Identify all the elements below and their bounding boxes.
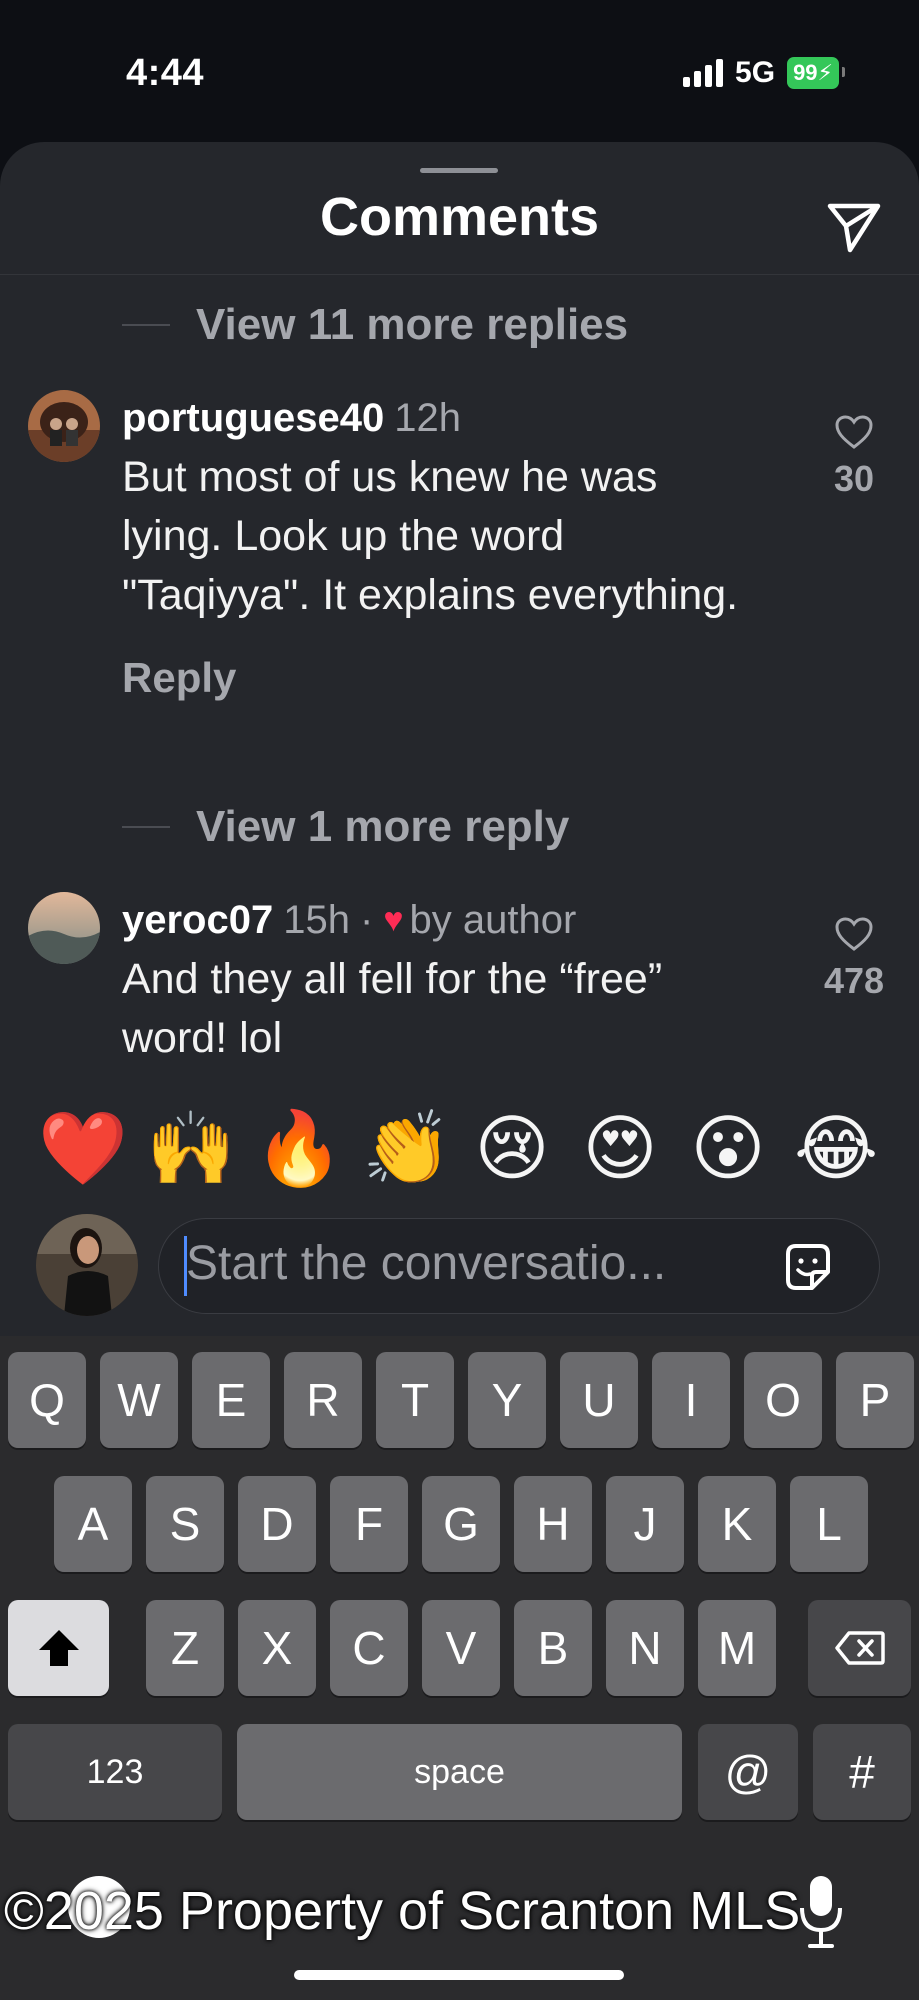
charging-icon: ⚡ <box>817 60 833 85</box>
battery-level: 99 <box>793 60 818 85</box>
like-count: 30 <box>833 458 875 499</box>
reply-button[interactable]: Reply <box>122 654 236 702</box>
key-h[interactable]: H <box>514 1476 592 1572</box>
view-more-label: View 11 more replies <box>196 300 629 349</box>
status-indicators: 5G 99⚡ <box>683 56 845 90</box>
key-a[interactable]: A <box>54 1476 132 1572</box>
key-l[interactable]: L <box>790 1476 868 1572</box>
key-f[interactable]: F <box>330 1476 408 1572</box>
key-i[interactable]: I <box>652 1352 730 1448</box>
key-k[interactable]: K <box>698 1476 776 1572</box>
key-d[interactable]: D <box>238 1476 316 1572</box>
like-button[interactable]: 30 <box>804 414 904 500</box>
key-t[interactable]: T <box>376 1352 454 1448</box>
like-button[interactable]: 478 <box>804 916 904 1002</box>
reply-thread-line <box>122 826 170 828</box>
shift-arrow-icon <box>38 1630 79 1666</box>
emoji-red-heart[interactable]: ❤️ <box>38 1106 128 1190</box>
key-v[interactable]: V <box>422 1600 500 1696</box>
like-count: 478 <box>823 960 885 1001</box>
key-m[interactable]: M <box>698 1600 776 1696</box>
liked-by-author-label: by author <box>409 898 577 942</box>
avatar[interactable] <box>28 390 100 462</box>
key-b[interactable]: B <box>514 1600 592 1696</box>
key-r[interactable]: R <box>284 1352 362 1448</box>
emoji-crying-face[interactable]: 😢 <box>470 1106 554 1190</box>
key-g[interactable]: G <box>422 1476 500 1572</box>
key-z[interactable]: Z <box>146 1600 224 1696</box>
microphone-icon[interactable] <box>798 1874 844 1950</box>
home-indicator[interactable] <box>294 1970 624 1980</box>
at-key[interactable]: @ <box>698 1724 798 1820</box>
sheet-grabber[interactable] <box>420 168 498 173</box>
view-more-label: View 1 more reply <box>196 802 570 851</box>
status-time: 4:44 <box>126 52 205 94</box>
heart-outline-icon <box>835 917 873 951</box>
copyright-watermark: ©2025 Property of Scranton MLS <box>4 1881 801 1941</box>
comment-header: portuguese40 12h <box>122 396 461 441</box>
comment-text: But most of us knew he was lying. Look u… <box>122 453 739 619</box>
my-avatar <box>36 1214 138 1316</box>
numbers-key[interactable]: 123 <box>8 1724 222 1820</box>
emoji-raising-hands[interactable]: 🙌 <box>146 1106 236 1190</box>
key-u[interactable]: U <box>560 1352 638 1448</box>
key-q[interactable]: Q <box>8 1352 86 1448</box>
key-w[interactable]: W <box>100 1352 178 1448</box>
comment-time: 12h <box>394 396 462 440</box>
sheet-title: Comments <box>319 187 600 247</box>
heart-outline-icon <box>835 415 873 449</box>
header-divider <box>0 274 919 275</box>
avatar-image <box>28 892 100 964</box>
space-key[interactable]: space <box>237 1724 682 1820</box>
key-o[interactable]: O <box>744 1352 822 1448</box>
key-n[interactable]: N <box>606 1600 684 1696</box>
avatar-image <box>28 390 100 462</box>
comment-username[interactable]: yeroc07 <box>122 898 273 943</box>
key-j[interactable]: J <box>606 1476 684 1572</box>
my-avatar-image <box>36 1214 138 1316</box>
comment-time: 15h <box>283 898 350 942</box>
separator-dot: · <box>359 898 374 942</box>
view-more-replies-button[interactable]: View 1 more reply <box>122 802 569 852</box>
battery-icon: 99⚡ <box>787 57 845 89</box>
avatar[interactable] <box>28 892 100 964</box>
comment-username[interactable]: portuguese40 <box>122 396 384 441</box>
emoji-clapping-hands[interactable]: 👏 <box>362 1106 452 1190</box>
share-send-icon[interactable] <box>824 196 884 256</box>
backspace-icon <box>834 1631 885 1665</box>
emoji-surprised-face[interactable]: 😮 <box>686 1106 770 1190</box>
key-x[interactable]: X <box>238 1600 316 1696</box>
creator-heart-icon: ♥ <box>383 901 404 939</box>
shift-key[interactable] <box>8 1600 109 1696</box>
emoji-tears-of-joy[interactable]: 😂 <box>794 1106 878 1190</box>
reply-thread-line <box>122 324 170 326</box>
comment-input-placeholder: Start the conversatio... <box>186 1237 667 1290</box>
key-p[interactable]: P <box>836 1352 914 1448</box>
comment-text: And they all fell for the “free” word! l… <box>122 955 663 1062</box>
key-e[interactable]: E <box>192 1352 270 1448</box>
sticker-icon[interactable] <box>780 1240 836 1296</box>
status-bar: 4:44 5G 99⚡ <box>0 0 919 140</box>
key-s[interactable]: S <box>146 1476 224 1572</box>
emoji-reaction-bar <box>0 1082 919 1212</box>
key-y[interactable]: Y <box>468 1352 546 1448</box>
view-more-replies-button[interactable]: View 11 more replies <box>122 300 628 350</box>
emoji-fire[interactable]: 🔥 <box>254 1106 344 1190</box>
hash-key[interactable]: # <box>813 1724 911 1820</box>
key-c[interactable]: C <box>330 1600 408 1696</box>
emoji-heart-eyes[interactable]: 😍 <box>578 1106 662 1190</box>
delete-key[interactable] <box>808 1600 911 1696</box>
comment-header: yeroc07 15h · ♥ by author <box>122 898 576 943</box>
signal-icon <box>683 59 724 87</box>
network-label: 5G <box>735 56 776 89</box>
